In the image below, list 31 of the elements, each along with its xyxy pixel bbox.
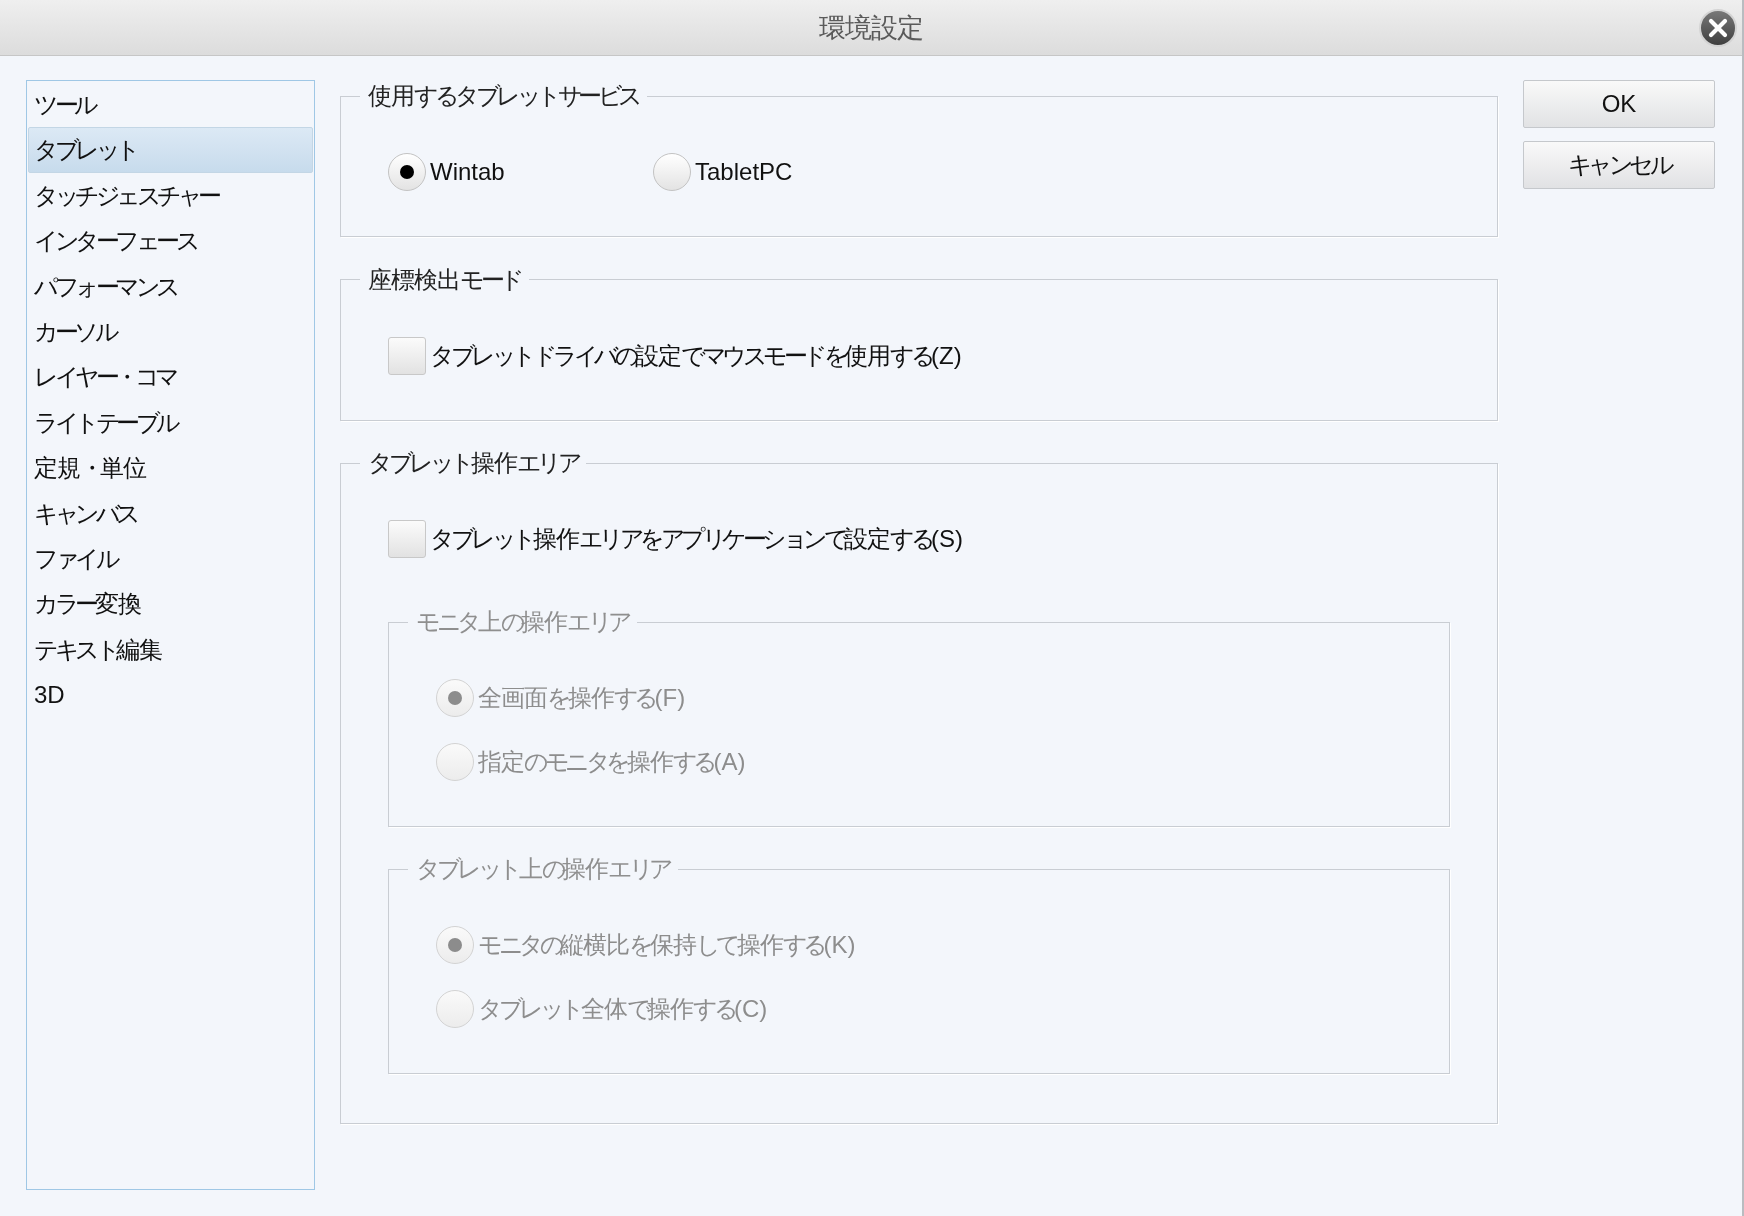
option-label[interactable]: Wintab [430,157,505,187]
radio-button[interactable] [388,153,426,191]
window-title: 環境設定 [819,11,923,45]
category-item[interactable]: タッチジェスチャー [28,172,313,219]
group-title: 使用するタブレットサービス [367,82,640,110]
category-item[interactable]: パフォーマンス [28,263,313,309]
option-label[interactable]: タブレットドライバの設定でマウスモードを使用する(Z) [430,340,962,371]
radio-button[interactable] [653,153,691,191]
category-item[interactable]: ツール [28,82,313,128]
option-label[interactable]: タブレット操作エリアをアプリケーションで設定する(S) [430,524,963,554]
category-item[interactable]: ファイル [28,535,313,582]
option-label[interactable]: TabletPC [695,157,793,187]
category-item[interactable]: テキスト編集 [28,626,313,673]
category-item[interactable]: 定規・単位 [28,445,313,491]
dialog-button[interactable]: キャンセル [1523,141,1715,189]
category-item[interactable]: 3D [28,672,313,718]
category-item[interactable]: キャンバス [28,490,313,536]
category-item[interactable]: カーソル [28,308,313,355]
dialog-button[interactable]: OK [1523,80,1715,128]
category-item[interactable]: レイヤー・コマ [28,354,313,400]
group-title: モニタ上の操作エリア [415,608,630,636]
category-item[interactable]: インターフェース [28,218,313,264]
close-icon[interactable] [1699,8,1737,47]
group-title: 座標検出モード [367,265,522,294]
category-item[interactable]: カラー変換 [28,581,313,627]
category-item[interactable]: タブレット [28,127,313,173]
checkbox[interactable] [388,520,426,558]
group-title: タブレット操作エリア [367,449,580,477]
category-item[interactable]: ライトテーブル [28,399,313,446]
checkbox[interactable] [388,336,426,375]
group-title: タブレット上の操作エリア [415,855,671,883]
